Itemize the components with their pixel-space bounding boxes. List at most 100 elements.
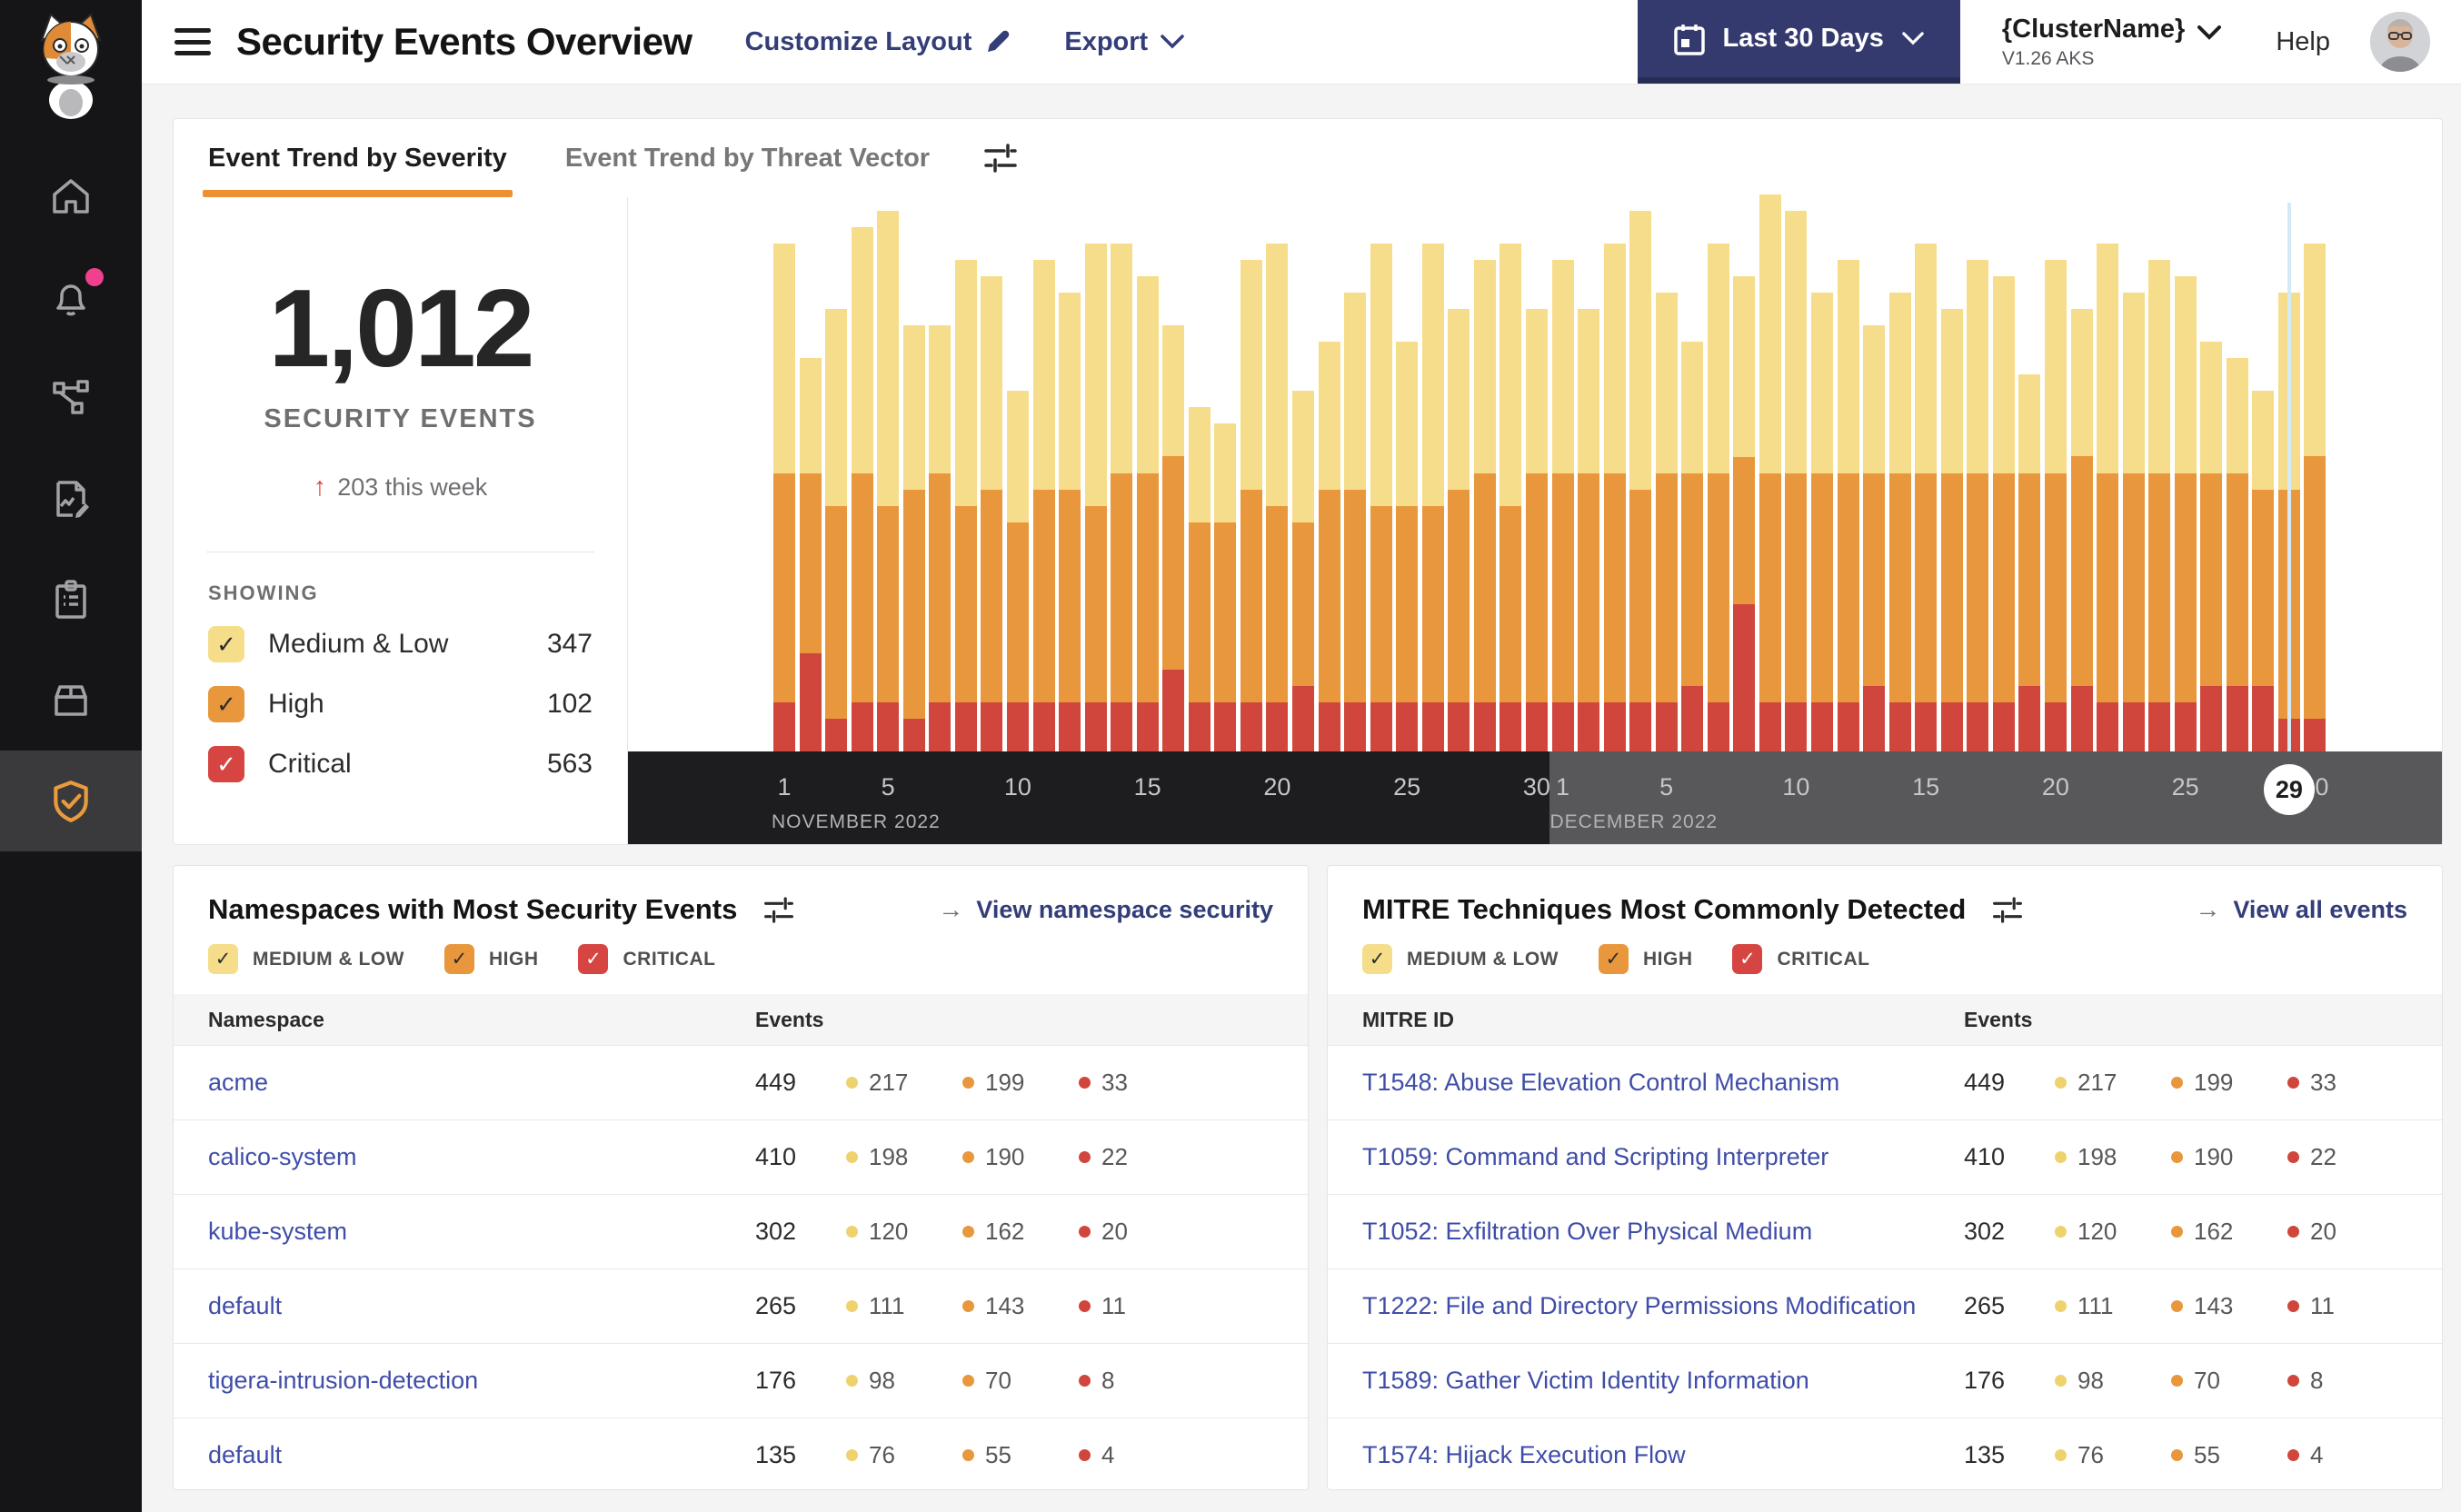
chart-bar-day-nov-24[interactable] (1370, 244, 1392, 751)
sidebar-item-workloads[interactable] (0, 650, 142, 751)
chart-bar-day-dec-6[interactable] (1681, 342, 1704, 751)
chart-bar-day-nov-9[interactable] (981, 276, 1003, 751)
chart-bar-day-dec-5[interactable] (1655, 293, 1678, 751)
cluster-selector[interactable]: {ClusterName} V1.26 AKS (2002, 15, 2222, 70)
row-link[interactable]: T1574: Hijack Execution Flow (1362, 1441, 1686, 1468)
chart-bar-day-dec-2[interactable] (1578, 309, 1600, 751)
view-namespace-security-link[interactable]: → View namespace security (938, 895, 1273, 924)
chart-bar-day-dec-21[interactable] (2070, 309, 2093, 751)
chart-bar-day-nov-1[interactable] (773, 244, 795, 751)
calico-cat-logo[interactable] (20, 9, 122, 120)
chart-bar-day-nov-2[interactable] (799, 358, 822, 751)
chart-bar-day-dec-1[interactable] (1551, 260, 1574, 751)
chart-bar-day-dec-11[interactable] (1811, 293, 1833, 751)
chart-bar-day-nov-17[interactable] (1188, 407, 1211, 751)
chart-bar-day-nov-7[interactable] (929, 325, 952, 751)
chart-bar-day-dec-27[interactable] (2226, 358, 2248, 751)
sidebar-item-home[interactable] (0, 145, 142, 246)
filter-checkbox-medium-low[interactable]: ✓ (1362, 944, 1392, 974)
filter-checkbox-high[interactable]: ✓ (443, 944, 474, 974)
severity-checkbox-high[interactable]: ✓ (208, 686, 244, 722)
chart-bar-day-nov-13[interactable] (1084, 244, 1107, 751)
row-link[interactable]: kube-system (208, 1218, 347, 1245)
chart-bar-day-nov-11[interactable] (1032, 260, 1055, 751)
user-avatar[interactable] (2370, 12, 2430, 72)
chart-bar-day-dec-12[interactable] (1837, 260, 1859, 751)
chart-bar-day-dec-25[interactable] (2174, 276, 2197, 751)
severity-checkbox-medium-low[interactable]: ✓ (208, 626, 244, 662)
chart-bar-day-nov-3[interactable] (825, 309, 848, 751)
mitre-filter-sliders-icon[interactable] (1991, 895, 2024, 925)
chart-bar-day-nov-8[interactable] (954, 260, 977, 751)
chart-bar-day-nov-15[interactable] (1136, 276, 1159, 751)
chart-bar-day-dec-3[interactable] (1603, 244, 1626, 751)
chart-bar-day-nov-12[interactable] (1059, 293, 1081, 751)
row-link[interactable]: calico-system (208, 1143, 357, 1170)
filter-checkbox-high[interactable]: ✓ (1598, 944, 1629, 974)
chart-bar-day-dec-16[interactable] (1940, 309, 1963, 751)
chart-bar-day-nov-26[interactable] (1421, 244, 1444, 751)
chart-bar-day-dec-24[interactable] (2148, 260, 2171, 751)
chart-bar-day-dec-19[interactable] (2018, 374, 2041, 751)
hamburger-menu-icon[interactable] (174, 28, 211, 55)
namespaces-filter-sliders-icon[interactable] (762, 895, 795, 925)
filter-checkbox-critical[interactable]: ✓ (1732, 944, 1763, 974)
row-link[interactable]: T1052: Exfiltration Over Physical Medium (1362, 1218, 1812, 1245)
view-all-events-link[interactable]: → View all events (2195, 895, 2407, 924)
filter-checkbox-medium-low[interactable]: ✓ (208, 944, 238, 974)
chart-bar-day-nov-5[interactable] (877, 211, 900, 751)
chart-bar-day-dec-15[interactable] (1915, 244, 1938, 751)
chart-bar-day-nov-29[interactable] (1500, 244, 1522, 751)
row-link[interactable]: default (208, 1441, 282, 1468)
chart-bar-day-nov-27[interactable] (1448, 309, 1470, 751)
row-link[interactable]: tigera-intrusion-detection (208, 1367, 478, 1394)
sidebar-item-threat-defense[interactable] (0, 751, 142, 851)
severity-checkbox-critical[interactable]: ✓ (208, 746, 244, 782)
chart-bar-day-nov-25[interactable] (1396, 342, 1419, 751)
sidebar-item-alerts[interactable] (0, 246, 142, 347)
chart-bar-day-nov-22[interactable] (1318, 342, 1340, 751)
date-range-button[interactable]: Last 30 Days (1637, 0, 1960, 84)
row-link[interactable]: T1059: Command and Scripting Interpreter (1362, 1143, 1828, 1170)
chart-bar-day-nov-20[interactable] (1266, 244, 1289, 751)
chart-bar-day-nov-23[interactable] (1344, 293, 1367, 751)
tab-event-trend-by-severity[interactable]: Event Trend by Severity (203, 119, 513, 197)
help-link[interactable]: Help (2276, 27, 2330, 57)
chart-bar-day-dec-4[interactable] (1629, 211, 1652, 751)
chart-bar-day-nov-14[interactable] (1111, 244, 1133, 751)
chart-bar-day-dec-9[interactable] (1759, 194, 1781, 751)
chart-bar-day-nov-19[interactable] (1240, 260, 1262, 751)
sidebar-item-compliance[interactable] (0, 549, 142, 650)
chart-bar-day-nov-4[interactable] (851, 227, 873, 751)
chart-bar-day-nov-30[interactable] (1525, 309, 1548, 751)
row-link[interactable]: T1589: Gather Victim Identity Informatio… (1362, 1367, 1809, 1394)
chart-bar-day-dec-18[interactable] (1992, 276, 2015, 751)
chart-bar-day-dec-13[interactable] (1863, 325, 1886, 751)
chart-bar-day-dec-28[interactable] (2252, 391, 2275, 751)
customize-layout-button[interactable]: Customize Layout (745, 27, 1012, 57)
chart-bar-day-dec-14[interactable] (1888, 293, 1911, 751)
chart-bar-day-dec-20[interactable] (2044, 260, 2067, 751)
export-button[interactable]: Export (1064, 27, 1184, 57)
tab-event-trend-by-threat-vector[interactable]: Event Trend by Threat Vector (565, 119, 930, 197)
chart-bar-day-nov-16[interactable] (1162, 325, 1185, 751)
row-link[interactable]: T1222: File and Directory Permissions Mo… (1362, 1292, 1916, 1319)
row-link[interactable]: acme (208, 1069, 268, 1096)
chart-bar-day-dec-23[interactable] (2122, 293, 2145, 751)
chart-bar-day-dec-7[interactable] (1707, 244, 1729, 751)
chart-bar-day-dec-8[interactable] (1733, 276, 1756, 751)
chart-bar-day-nov-21[interactable] (1292, 391, 1314, 751)
sidebar-item-policies[interactable] (0, 448, 142, 549)
chart-bar-day-nov-28[interactable] (1473, 260, 1496, 751)
chart-bar-day-dec-10[interactable] (1785, 211, 1808, 751)
chart-bar-day-nov-18[interactable] (1214, 423, 1237, 751)
chart-bar-day-nov-6[interactable] (902, 325, 925, 751)
row-link[interactable]: default (208, 1292, 282, 1319)
chart-bar-day-dec-30[interactable] (2304, 244, 2326, 751)
chart-bar-day-dec-22[interactable] (2097, 244, 2119, 751)
chart-bar-day-nov-10[interactable] (1006, 391, 1029, 751)
chart-bar-day-dec-17[interactable] (1967, 260, 1989, 751)
chart-settings-sliders-icon[interactable] (982, 142, 1019, 174)
row-link[interactable]: T1548: Abuse Elevation Control Mechanism (1362, 1069, 1839, 1096)
sidebar-item-service-graph[interactable] (0, 347, 142, 448)
